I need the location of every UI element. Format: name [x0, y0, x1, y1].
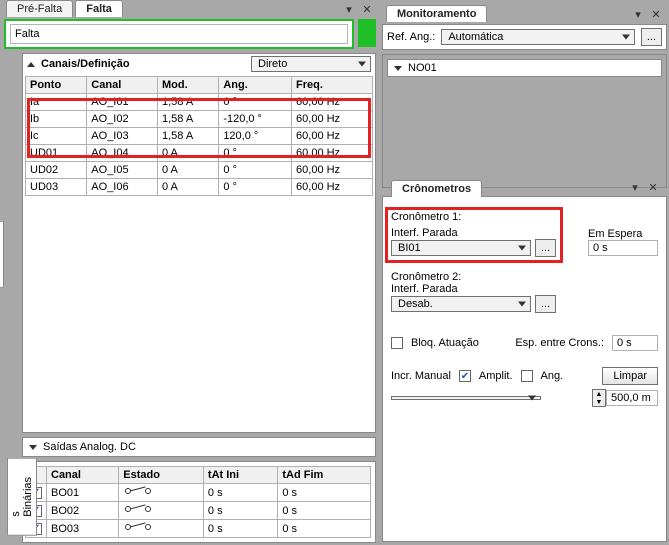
refang-ellipsis-button[interactable]: ... — [641, 28, 662, 46]
dc-th-tatini: tAt Ini — [203, 467, 277, 484]
table-row[interactable]: ✔BO030 s0 s — [26, 520, 371, 538]
refang-select[interactable]: Automática — [441, 29, 635, 45]
cron2-parada-label: Interf. Parada — [391, 283, 658, 295]
amplit-checkbox[interactable]: ✔ — [459, 370, 471, 382]
limpar-button[interactable]: Limpar — [602, 367, 658, 385]
tab-cronometros[interactable]: Crônometros — [391, 180, 482, 197]
esp-crons-label: Esp. entre Crons.: — [515, 337, 604, 349]
chevron-down-icon — [394, 66, 402, 71]
dropdown-icon[interactable]: ▾ — [631, 8, 645, 20]
chevron-down-icon — [29, 445, 37, 450]
spin-down[interactable]: ▼ — [593, 398, 605, 406]
dc-th-tadfim: tAd Fim — [278, 467, 371, 484]
ang-label: Ang. — [541, 370, 564, 382]
status-strip — [358, 19, 376, 47]
table-row[interactable]: IaAO_I011,58 A0 °60,00 Hz — [26, 94, 373, 111]
refang-label: Ref. Ang.: — [387, 31, 435, 43]
cron1-title: Cronômetro 1: — [391, 211, 658, 223]
cron1-espera-value: 0 s — [588, 240, 658, 256]
cron1-parada-label: Interf. Parada — [391, 227, 580, 239]
switch-open-icon — [123, 504, 153, 514]
chevron-up-icon[interactable] — [27, 62, 35, 67]
cron1-espera-label: Em Espera — [588, 228, 658, 240]
cron2-parada-select[interactable]: Desab. — [391, 296, 531, 312]
binarias-tab[interactable]: s Binárias — [7, 458, 37, 536]
cron1-ellipsis-button[interactable]: ... — [535, 239, 556, 257]
incr-manual-label: Incr. Manual — [391, 370, 451, 382]
dc-section-header[interactable]: Saídas Analog. DC — [22, 437, 376, 457]
table-row[interactable]: UD01AO_I040 A0 °60,00 Hz — [26, 145, 373, 162]
incr-select[interactable] — [391, 396, 541, 400]
monitor-node-no01[interactable]: NO01 — [387, 59, 662, 77]
bloq-atuacao-checkbox[interactable] — [391, 337, 403, 349]
node-tab-no01[interactable]: NO01 — [0, 221, 4, 288]
table-row[interactable]: IbAO_I021,58 A-120,0 °60,00 Hz — [26, 111, 373, 128]
tab-falta[interactable]: Falta — [75, 0, 123, 17]
th-freq: Freq. — [292, 77, 373, 94]
spin-up[interactable]: ▲ — [593, 390, 605, 398]
esp-crons-value[interactable]: 0 s — [612, 335, 658, 351]
ang-checkbox[interactable] — [521, 370, 533, 382]
tab-monitoramento[interactable]: Monitoramento — [386, 5, 487, 22]
dropdown-icon[interactable]: ▾ — [342, 3, 356, 15]
switch-open-icon — [123, 522, 153, 532]
spin-value[interactable]: 500,0 m — [606, 390, 658, 406]
cron2-ellipsis-button[interactable]: ... — [535, 295, 556, 313]
falta-title-input[interactable] — [10, 24, 348, 44]
th-mod: Mod. — [157, 77, 218, 94]
canais-mode-select[interactable]: Direto — [251, 56, 371, 72]
amplit-label: Amplit. — [479, 370, 513, 382]
cron1-parada-select[interactable]: BI01 — [391, 240, 531, 256]
dc-th-estado: Estado — [119, 467, 204, 484]
dc-th-canal: Canal — [47, 467, 119, 484]
close-icon[interactable]: ✕ — [649, 8, 663, 20]
dc-title: Saídas Analog. DC — [43, 441, 136, 453]
canais-table: Ponto Canal Mod. Ang. Freq. IaAO_I011,58… — [25, 76, 373, 196]
table-row[interactable]: UD02AO_I050 A0 °60,00 Hz — [26, 162, 373, 179]
table-row[interactable]: UD03AO_I060 A0 °60,00 Hz — [26, 179, 373, 196]
th-ang: Ang. — [219, 77, 292, 94]
table-row[interactable]: ✔BO010 s0 s — [26, 484, 371, 502]
switch-open-icon — [123, 486, 153, 496]
tab-prefalta[interactable]: Pré-Falta — [6, 0, 73, 17]
dropdown-icon[interactable]: ▾ — [628, 181, 642, 193]
th-canal: Canal — [87, 77, 158, 94]
cron2-title: Cronômetro 2: — [391, 271, 658, 283]
table-row[interactable]: IcAO_I031,58 A120,0 °60,00 Hz — [26, 128, 373, 145]
canais-title: Canais/Definição — [41, 58, 130, 70]
close-icon[interactable]: ✕ — [646, 181, 660, 193]
bloq-atuacao-label: Bloq. Atuação — [411, 337, 479, 349]
th-ponto: Ponto — [26, 77, 87, 94]
monitor-node-label: NO01 — [408, 62, 437, 74]
close-icon[interactable]: ✕ — [360, 3, 374, 15]
table-row[interactable]: ✔BO020 s0 s — [26, 502, 371, 520]
